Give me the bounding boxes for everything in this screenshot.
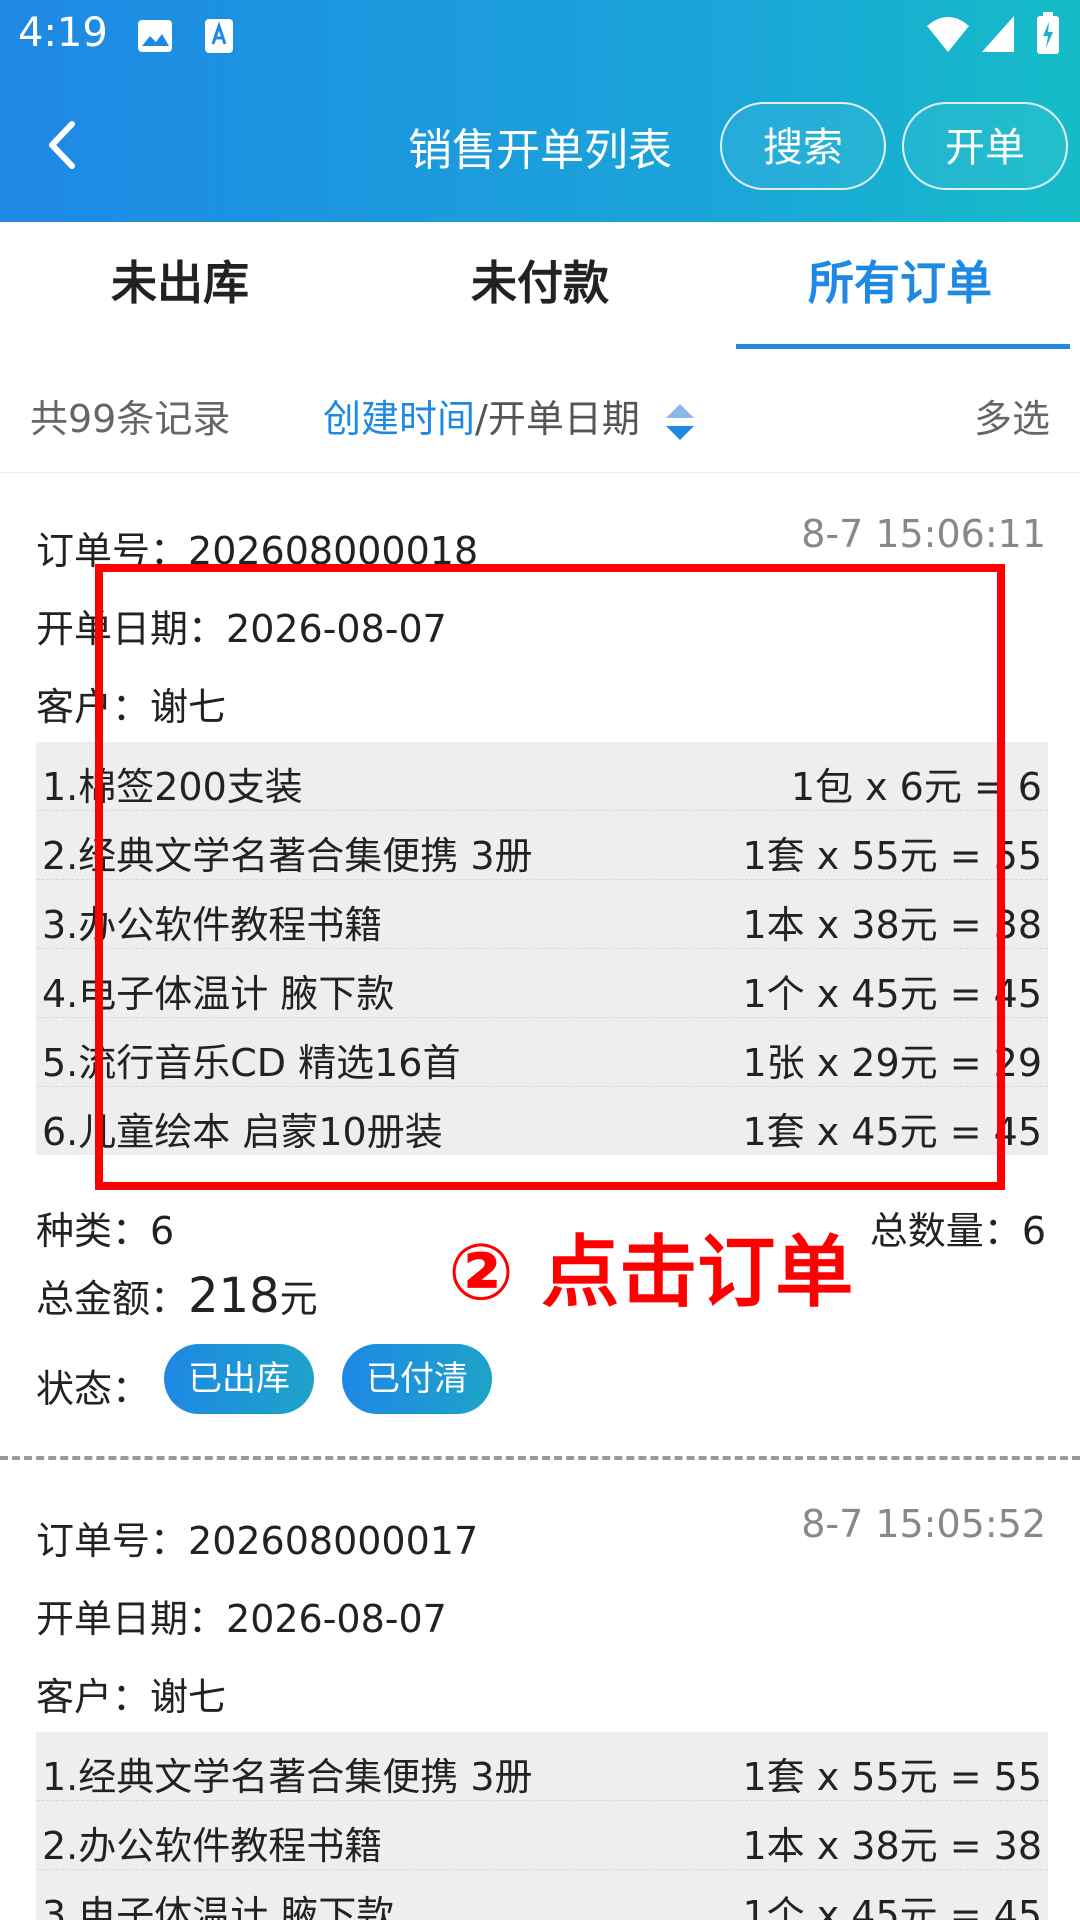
signal-icon — [980, 14, 1016, 58]
sort-selector[interactable]: 创建时间/开单日期 — [323, 388, 698, 444]
multi-select-button[interactable]: 多选 — [974, 388, 1050, 443]
app-header: 4:19 销售开单列表 搜索 开单 — [0, 0, 1080, 222]
tab-unpaid[interactable]: 未付款 — [360, 222, 720, 352]
image-icon — [136, 18, 174, 58]
order-card[interactable]: 订单号：202608000017 8-7 15:05:52 开单日期：2026-… — [0, 1462, 1080, 1920]
status-badge-paid: 已付清 — [342, 1344, 492, 1414]
active-tab-indicator — [736, 344, 1070, 349]
order-total-qty: 总数量：6 — [869, 1209, 1046, 1253]
annotation-text: ② 点击订单 — [448, 1228, 854, 1318]
annotation-highlight-box — [95, 564, 1005, 1190]
record-count: 共99条记录 — [30, 397, 231, 441]
status-bar: 4:19 — [0, 0, 1080, 72]
filter-bar: 共99条记录 创建时间/开单日期 多选 — [0, 352, 1080, 473]
sort-order-date[interactable]: /开单日期 — [475, 397, 640, 441]
wifi-icon — [925, 14, 971, 58]
search-button[interactable]: 搜索 — [720, 102, 886, 190]
list-item: 2.办公软件教程书籍 1本 x 38元 = 38 — [36, 1801, 1048, 1870]
order-date: 开单日期：2026-08-07 — [36, 1597, 447, 1641]
order-time: 8-7 15:05:52 — [801, 1502, 1046, 1546]
tab-not-shipped[interactable]: 未出库 — [0, 222, 360, 352]
order-time: 8-7 15:06:11 — [801, 512, 1046, 556]
order-divider — [0, 1456, 1080, 1460]
order-status-label: 状态： — [36, 1367, 151, 1411]
list-item: 1.经典文学名著合集便携 3册 1套 x 55元 = 55 — [36, 1732, 1048, 1801]
tab-all-orders[interactable]: 所有订单 — [720, 222, 1080, 352]
order-number: 订单号：202608000017 — [36, 1519, 479, 1563]
nav-bar: 销售开单列表 搜索 开单 — [0, 92, 1080, 202]
battery-icon — [1036, 12, 1060, 60]
create-order-button[interactable]: 开单 — [902, 102, 1068, 190]
tab-bar: 未出库 未付款 所有订单 — [0, 222, 1080, 352]
order-kinds: 种类：6 — [36, 1209, 175, 1253]
sort-created-time[interactable]: 创建时间 — [323, 397, 475, 441]
status-badge-shipped: 已出库 — [164, 1344, 314, 1414]
text-app-icon — [204, 18, 234, 58]
order-items: 1.经典文学名著合集便携 3册 1套 x 55元 = 55 2.办公软件教程书籍 1… — [36, 1732, 1048, 1920]
sort-icon — [665, 403, 694, 440]
order-customer: 客户：谢七 — [36, 1675, 227, 1719]
list-item: 3.电子体温计 腋下款 1个 x 45元 = 45 — [42, 1893, 1042, 1920]
status-time: 4:19 — [18, 10, 108, 56]
order-total-amount: 总金额：218元 — [36, 1268, 318, 1324]
